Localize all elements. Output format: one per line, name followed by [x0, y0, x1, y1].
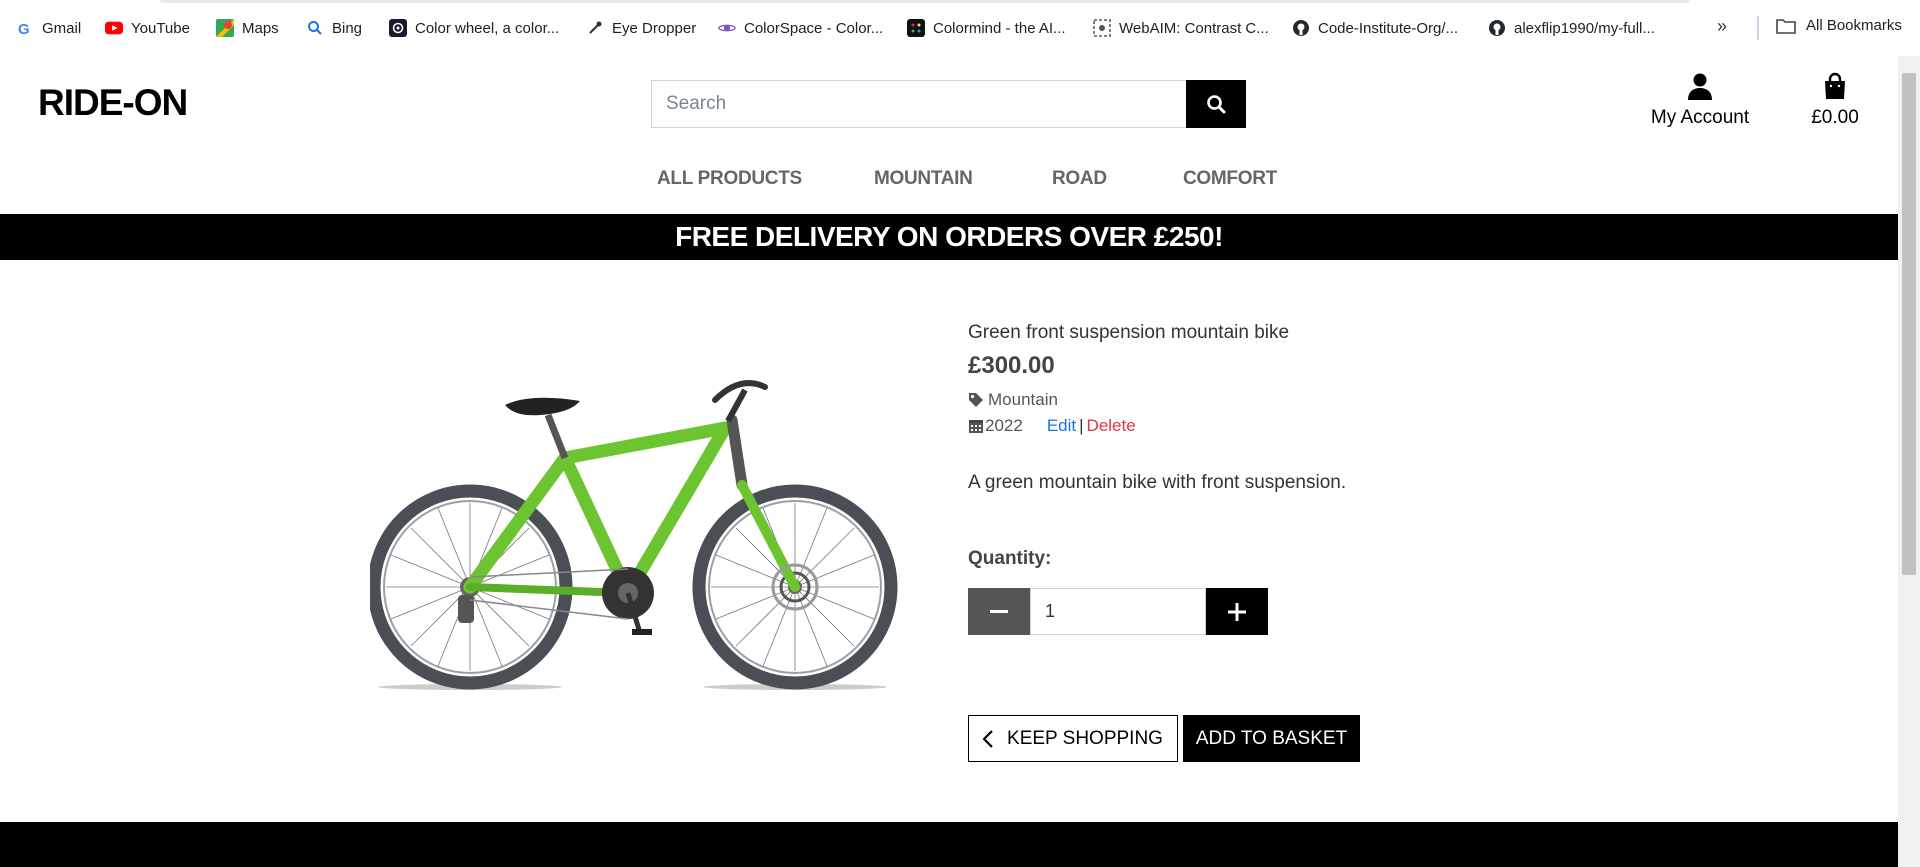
- product-description: A green mountain bike with front suspens…: [968, 472, 1347, 493]
- more-bookmarks-icon[interactable]: »: [1717, 16, 1727, 37]
- basket-link[interactable]: £0.00: [1800, 72, 1870, 129]
- my-account-label: My Account: [1650, 107, 1750, 128]
- main-nav: ALL PRODUCTS MOUNTAIN ROAD COMFORT: [0, 168, 1898, 192]
- keep-shopping-label: KEEP SHOPPING: [1007, 727, 1163, 749]
- decrement-quantity-button[interactable]: [968, 588, 1030, 635]
- product-year: 2022: [985, 416, 1023, 435]
- add-to-basket-label: ADD TO BASKET: [1195, 727, 1348, 749]
- colormind-icon: [907, 19, 925, 37]
- site-logo[interactable]: RIDE-ON: [38, 82, 188, 124]
- edit-product-link[interactable]: Edit: [1047, 416, 1076, 436]
- bookmark-alexflip[interactable]: alexflip1990/my-full...: [1488, 17, 1655, 39]
- bookmark-colorspace[interactable]: ColorSpace - Color...: [718, 17, 883, 39]
- product-price: £300.00: [968, 352, 1055, 379]
- github-icon: [1488, 19, 1506, 37]
- bookmark-color-wheel[interactable]: Color wheel, a color...: [389, 17, 559, 39]
- quantity-stepper: [968, 588, 1268, 635]
- product-category-link[interactable]: Mountain: [968, 390, 1668, 410]
- search-button[interactable]: [1186, 80, 1246, 128]
- quantity-input[interactable]: [1030, 588, 1206, 635]
- page-scrollbar-thumb[interactable]: [1902, 73, 1916, 575]
- nav-mountain[interactable]: MOUNTAIN: [874, 168, 973, 190]
- chevron-left-icon: [983, 729, 993, 748]
- bing-search-icon: [306, 19, 324, 37]
- bookmarks-divider: [1757, 16, 1759, 40]
- bookmark-bing[interactable]: Bing: [306, 17, 362, 39]
- my-account-link[interactable]: My Account: [1645, 72, 1755, 129]
- youtube-icon: [105, 19, 123, 37]
- delete-product-link[interactable]: Delete: [1087, 416, 1136, 436]
- keep-shopping-button[interactable]: KEEP SHOPPING: [968, 715, 1178, 762]
- bookmark-gmail[interactable]: G Gmail: [16, 17, 81, 39]
- delivery-banner: FREE DELIVERY ON ORDERS OVER £250!: [0, 214, 1898, 260]
- bookmark-maps[interactable]: Maps: [216, 17, 279, 39]
- bookmark-code-institute[interactable]: Code-Institute-Org/...: [1292, 17, 1458, 39]
- eyedropper-icon: [586, 19, 604, 37]
- shopping-bag-icon: [1823, 72, 1847, 100]
- calendar-icon: [968, 418, 984, 434]
- user-icon: [1687, 72, 1713, 100]
- nav-comfort[interactable]: COMFORT: [1183, 168, 1277, 190]
- bookmark-colormind[interactable]: Colormind - the AI...: [907, 17, 1066, 39]
- minus-icon: [990, 609, 1008, 614]
- color-wheel-icon: [389, 19, 407, 37]
- product-name: Green front suspension mountain bike: [968, 322, 1290, 343]
- product-category: Mountain: [988, 390, 1058, 409]
- nav-all-products[interactable]: ALL PRODUCTS: [657, 168, 802, 190]
- add-to-basket-button[interactable]: ADD TO BASKET: [1183, 715, 1360, 762]
- webaim-icon: [1093, 19, 1111, 37]
- search-input[interactable]: [651, 80, 1186, 128]
- bookmark-webaim[interactable]: WebAIM: Contrast C...: [1093, 17, 1269, 39]
- github-icon: [1292, 19, 1310, 37]
- footer: [0, 822, 1898, 867]
- all-bookmarks-button[interactable]: All Bookmarks: [1776, 17, 1902, 34]
- plus-icon: [1228, 602, 1246, 621]
- bookmark-youtube[interactable]: YouTube: [105, 17, 190, 39]
- product-meta: 2022 Edit | Delete: [968, 416, 1668, 436]
- svg-text:G: G: [18, 21, 30, 36]
- google-icon: G: [16, 19, 34, 37]
- folder-icon: [1776, 18, 1796, 34]
- search-form: [651, 80, 1246, 128]
- basket-total: £0.00: [1811, 107, 1859, 128]
- product-details: Green front suspension mountain bike £30…: [968, 322, 1668, 570]
- tab-strip-edge: [160, 0, 1690, 3]
- tag-icon: [968, 392, 984, 408]
- maps-icon: [216, 19, 234, 37]
- search-icon: [1206, 94, 1226, 114]
- product-image: [367, 365, 900, 695]
- bookmark-eye-dropper[interactable]: Eye Dropper: [586, 17, 696, 39]
- link-separator: |: [1079, 416, 1084, 435]
- quantity-label: Quantity:: [968, 548, 1052, 569]
- increment-quantity-button[interactable]: [1206, 588, 1268, 635]
- nav-road[interactable]: ROAD: [1052, 168, 1107, 190]
- colorspace-icon: [718, 19, 736, 37]
- bookmarks-bar: G Gmail YouTube Maps Bing Color wheel, a…: [0, 0, 1920, 56]
